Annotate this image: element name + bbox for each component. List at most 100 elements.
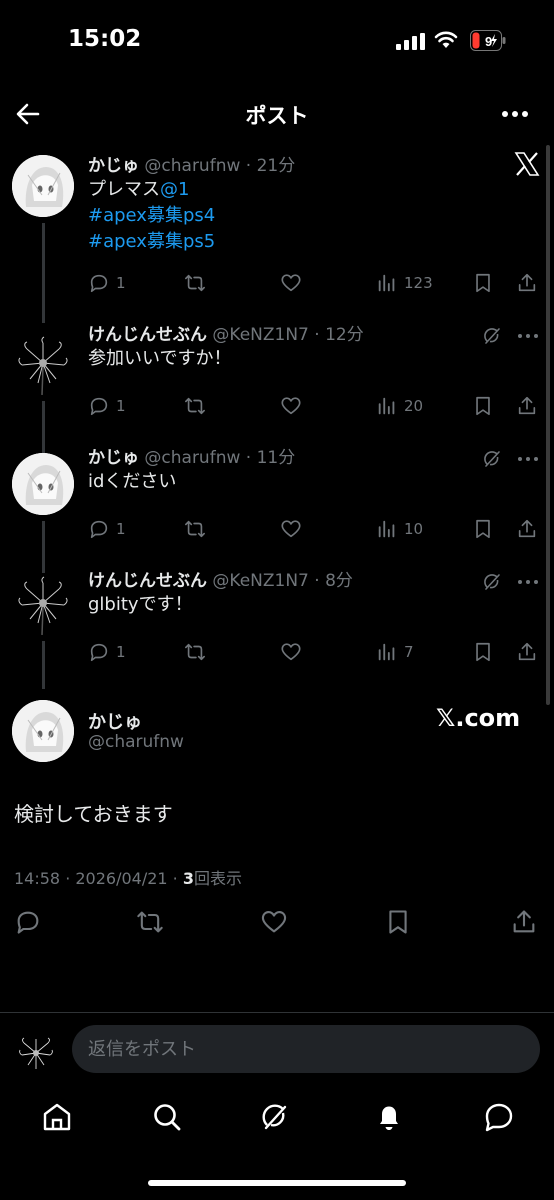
body-line: #apex募集ps4 <box>88 203 215 229</box>
reply-button[interactable]: 1 <box>88 394 126 418</box>
cellular-signal-icon <box>396 33 425 50</box>
view-count: 10 <box>404 520 424 538</box>
author-handle[interactable]: @KeNZ1N7 <box>212 325 308 345</box>
home-icon[interactable] <box>40 1100 74 1134</box>
notifications-icon[interactable] <box>372 1100 406 1134</box>
x-com-badge: 𝕏.com <box>436 704 521 732</box>
bottom-tab-bar <box>0 1090 554 1150</box>
more-options-icon[interactable] <box>500 100 530 128</box>
like-icon <box>281 643 301 661</box>
author-name[interactable]: かじゅ <box>88 156 139 176</box>
anime-avatar-icon <box>12 155 74 217</box>
like-icon[interactable] <box>260 908 288 936</box>
bookmark-button[interactable] <box>472 640 494 664</box>
grok-icon[interactable] <box>258 1100 292 1134</box>
reply-icon[interactable] <box>14 908 42 936</box>
repost-button[interactable] <box>184 271 206 295</box>
repost-button[interactable] <box>184 517 206 541</box>
share-button[interactable] <box>516 640 538 664</box>
header: ポスト <box>0 90 554 140</box>
author-handle[interactable]: @charufnw <box>144 448 240 468</box>
reply-icon <box>90 397 108 416</box>
svg-text:9: 9 <box>485 34 492 49</box>
search-icon[interactable] <box>150 1100 184 1134</box>
more-options-icon[interactable] <box>516 449 540 469</box>
body-text: glbityです！ <box>88 594 193 615</box>
scrollbar[interactable] <box>546 145 550 705</box>
author-name[interactable]: かじゅ <box>88 448 139 468</box>
avatar[interactable] <box>12 573 74 635</box>
flower-avatar-icon <box>16 1033 56 1073</box>
views-button[interactable]: 123 <box>376 271 433 295</box>
views-button[interactable]: 20 <box>376 394 423 418</box>
reply-button[interactable]: 1 <box>88 517 126 541</box>
repost-button[interactable] <box>184 640 206 664</box>
bookmark-icon[interactable] <box>384 908 412 936</box>
like-button[interactable] <box>280 271 302 295</box>
body-link[interactable]: @1 <box>160 179 189 200</box>
reply-body: idください <box>88 469 176 495</box>
grok-icon[interactable] <box>482 572 502 592</box>
bookmark-button[interactable] <box>472 271 494 295</box>
avatar[interactable] <box>12 155 74 217</box>
view-count: 20 <box>404 397 424 415</box>
home-indicator <box>148 1180 406 1186</box>
share-icon[interactable] <box>510 908 538 936</box>
post-timestamp: 14:58 · 2026/04/21 · <box>14 869 183 888</box>
like-button[interactable] <box>280 394 302 418</box>
avatar[interactable] <box>12 700 74 762</box>
more-options-icon[interactable] <box>516 572 540 592</box>
avatar[interactable] <box>12 333 74 395</box>
reply-button[interactable]: 1 <box>88 640 126 664</box>
body-text: 参加いいですか！ <box>88 348 232 369</box>
body-link[interactable]: #apex募集ps5 <box>88 231 215 252</box>
status-bar: 15:02 9 <box>0 0 554 80</box>
reply-count: 1 <box>116 643 126 661</box>
like-icon <box>281 274 301 292</box>
bookmark-button[interactable] <box>472 394 494 418</box>
reply-input[interactable] <box>72 1025 540 1073</box>
share-button[interactable] <box>516 517 538 541</box>
body-link[interactable]: #apex募集ps4 <box>88 205 215 226</box>
grok-icon[interactable] <box>482 449 502 469</box>
reply-actions: 1 7 <box>88 640 538 664</box>
flower-avatar-icon <box>12 333 74 395</box>
reply-button[interactable]: 1 <box>88 271 126 295</box>
author-handle[interactable]: @charufnw <box>88 732 184 752</box>
page-title: ポスト <box>245 104 309 128</box>
bookmark-button[interactable] <box>472 517 494 541</box>
author-handle[interactable]: @KeNZ1N7 <box>212 571 308 591</box>
post-actions <box>0 908 554 938</box>
reply-body: 参加いいですか！ <box>88 346 231 372</box>
author-handle[interactable]: @charufnw <box>144 156 240 176</box>
flower-avatar-icon <box>12 573 74 635</box>
share-button[interactable] <box>516 271 538 295</box>
wifi-icon <box>434 31 458 48</box>
share-button[interactable] <box>516 394 538 418</box>
repost-button[interactable] <box>184 394 206 418</box>
avatar[interactable] <box>12 453 74 515</box>
like-button[interactable] <box>280 640 302 664</box>
grok-icon[interactable] <box>482 326 502 346</box>
author-name[interactable]: けんじんせぶん <box>88 571 207 591</box>
views-icon <box>378 397 395 415</box>
author-name[interactable]: けんじんせぶん <box>88 325 207 345</box>
view-count: 7 <box>404 643 414 661</box>
views-button[interactable]: 7 <box>376 640 414 664</box>
post-time: · 21分 <box>245 156 296 176</box>
messages-icon[interactable] <box>482 1100 516 1134</box>
views-icon <box>378 520 395 538</box>
reply-bar <box>0 1012 554 1084</box>
share-icon <box>518 642 536 661</box>
bookmark-icon <box>476 273 490 293</box>
reply-actions: 1 20 <box>88 394 538 418</box>
repost-icon[interactable] <box>136 908 164 936</box>
repost-icon <box>185 274 205 292</box>
like-button[interactable] <box>280 517 302 541</box>
author-name[interactable]: かじゅ <box>88 708 142 734</box>
reply-header: かじゅ @charufnw · 21分 <box>88 151 295 176</box>
more-options-icon[interactable] <box>516 326 540 346</box>
views-button[interactable]: 10 <box>376 517 423 541</box>
my-avatar[interactable] <box>16 1033 56 1073</box>
body-line: プレマス@1 <box>88 177 215 203</box>
